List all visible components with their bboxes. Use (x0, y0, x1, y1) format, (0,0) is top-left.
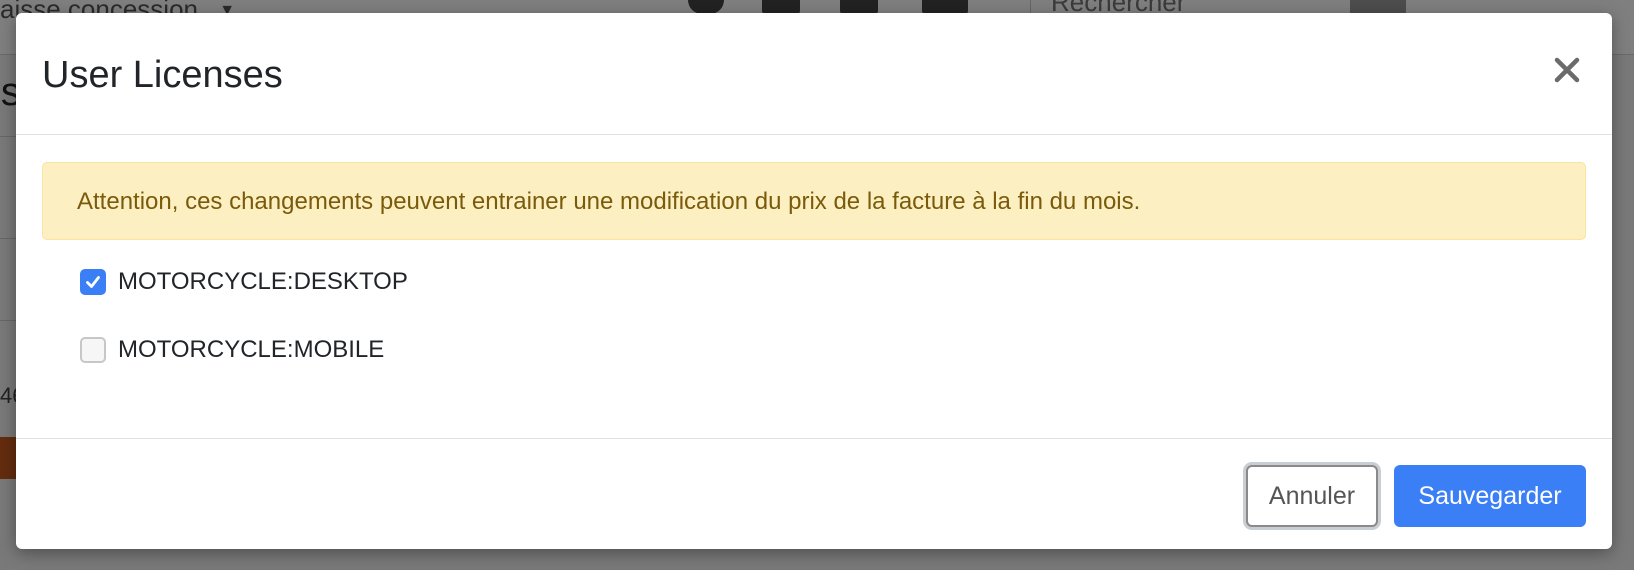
user-licenses-modal: User Licenses Attention, ces changements… (16, 13, 1612, 549)
close-icon (1554, 57, 1580, 83)
modal-title: User Licenses (42, 54, 283, 96)
modal-body: Attention, ces changements peuvent entra… (16, 135, 1612, 439)
checkmark-icon (86, 276, 100, 288)
save-button[interactable]: Sauvegarder (1394, 465, 1586, 527)
license-label-desktop: MOTORCYCLE:DESKTOP (118, 268, 408, 295)
license-option-mobile[interactable]: MOTORCYCLE:MOBILE (80, 336, 384, 364)
modal-header: User Licenses (16, 13, 1612, 135)
warning-alert: Attention, ces changements peuvent entra… (42, 162, 1586, 240)
cancel-button[interactable]: Annuler (1246, 465, 1378, 527)
license-checkbox-desktop[interactable] (80, 269, 106, 295)
license-checkbox-mobile[interactable] (80, 337, 106, 363)
modal-footer: Annuler Sauvegarder (16, 439, 1612, 549)
close-button[interactable] (1550, 53, 1584, 87)
license-label-mobile: MOTORCYCLE:MOBILE (118, 336, 385, 363)
license-option-desktop[interactable]: MOTORCYCLE:DESKTOP (80, 268, 408, 296)
